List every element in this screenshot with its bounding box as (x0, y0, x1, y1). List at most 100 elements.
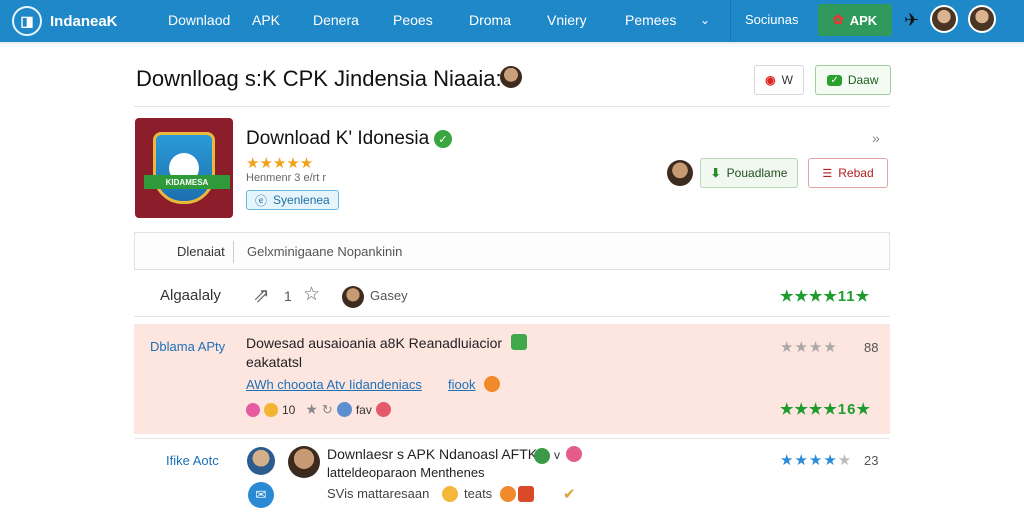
nav-search-link[interactable]: Sociunas (745, 12, 798, 27)
category-tag[interactable]: ⓔ Syenlenea (246, 190, 339, 210)
review-green-score: 16 (837, 401, 857, 418)
review-rating-score: 88 (864, 340, 879, 355)
reaction-label: fav (355, 402, 372, 417)
save-button[interactable]: ✓ Daaw (815, 65, 891, 95)
reviewer-avatar-secondary[interactable] (288, 446, 320, 478)
globe-icon[interactable] (336, 402, 352, 417)
download-button[interactable]: ⬇ Pouadlame (700, 158, 798, 188)
shield-icon: KIDAMESA (144, 132, 230, 204)
expand-icon[interactable]: » (872, 130, 880, 146)
review-rating-gray: ★★★★ (780, 338, 838, 356)
save-button-label: Daaw (847, 73, 879, 87)
download-icon: ⬇ (710, 166, 721, 180)
review2-rating: ★★★★★ (780, 451, 852, 469)
laugh-emoji-icon[interactable] (264, 402, 278, 417)
info-icon: ⓔ (255, 193, 268, 208)
bird-icon[interactable]: ✈ (904, 10, 919, 31)
review-green-star-end: ★ (856, 401, 871, 418)
refresh-icon[interactable]: ↻ (322, 402, 333, 418)
reload-button-label: Rebad (838, 166, 874, 180)
app-name: Download K' Idonesia (246, 128, 430, 149)
review-text-line3: SVis mattaresaan (327, 486, 430, 501)
divider (134, 106, 890, 107)
chevron-down-icon[interactable]: ⌄ (700, 13, 710, 27)
nav-item-download[interactable]: Downlaod (168, 12, 230, 28)
report-button-label: W (781, 73, 793, 87)
box-emoji-icon (518, 486, 534, 502)
meta-row: Dlenaiat Gelxminigaane Nopankinin (134, 232, 890, 270)
hearts-icon (566, 446, 582, 462)
app-rating-stars: ★★★★★ (246, 155, 314, 172)
app-icon: KIDAMESA (135, 118, 233, 218)
review-text-tail: teats (464, 486, 493, 501)
logo-text: IndaneaK (50, 12, 118, 30)
review-rating-green: ★★★★16★ (780, 400, 871, 418)
top-navbar: ◨ IndaneaK Downlaod APK Denera Peoes Dro… (0, 0, 1024, 42)
icon-banner: KIDAMESA (144, 175, 230, 189)
review-link-secondary[interactable]: fiook (448, 377, 475, 392)
record-icon: ◉ (765, 73, 776, 87)
user-avatar[interactable] (342, 286, 364, 308)
record-icon[interactable] (375, 402, 391, 417)
review-text-line2: eakatatsl (246, 354, 303, 370)
overall-rating-star-end: ★ (855, 288, 871, 305)
gift-icon (511, 334, 527, 350)
avatar-secondary[interactable] (968, 5, 996, 33)
review-text-line2: latteldeoparaon Menthenes (327, 465, 485, 480)
leaf-icon (534, 448, 550, 464)
review2-rating-score: 23 (864, 453, 879, 468)
actions-label: Algaalaly (160, 287, 221, 304)
nav-item-droma[interactable]: Droma (469, 12, 511, 28)
divider (134, 316, 890, 317)
review-link[interactable]: AWh chooota Atv Iidandeniacs (246, 377, 422, 392)
overall-rating-stars: ★★★★ (780, 288, 838, 305)
overall-rating-score: 11 (837, 288, 856, 305)
verified-check-icon: ✓ (434, 130, 452, 148)
reviewer-avatar[interactable] (247, 447, 275, 475)
page-title: Downlloag s:K CPK Jindensia Niaaia: (136, 66, 502, 91)
review-tag[interactable]: Ifike Aotc (166, 453, 219, 468)
avatar[interactable] (930, 5, 958, 33)
nav-item-vniery[interactable]: Vniery (547, 12, 587, 28)
check-icon: ✓ (827, 74, 842, 86)
user-name[interactable]: Gasey (370, 288, 408, 303)
nav-item-apk[interactable]: APK (252, 12, 280, 28)
nav-item-pemees[interactable]: Pemees (625, 12, 676, 28)
flower-icon: ✿ (832, 12, 844, 27)
nav-divider (730, 0, 731, 42)
category-tag-label: Syenlenea (273, 193, 330, 207)
meta-label: Dlenaiat (177, 244, 225, 259)
star-icon[interactable]: ★ (305, 401, 318, 418)
smile-emoji-icon (484, 376, 500, 392)
reaction-count: 10 (282, 402, 296, 417)
review-reactions: 10 ★ ↻ fav (246, 401, 391, 418)
review-text-line1: Downlaesr s APK Ndanoasl AFTK (327, 446, 538, 462)
share-icon[interactable]: ⇗ (253, 283, 270, 308)
apk-button[interactable]: ✿ APK (818, 4, 892, 36)
review-tag[interactable]: Dblama APty (150, 339, 225, 354)
smile-emoji-icon (442, 486, 458, 502)
check-mark-icon: ✔ (563, 486, 576, 503)
meta-divider (233, 241, 234, 263)
overall-rating: ★★★★11★ (780, 287, 870, 305)
review2-rating-off: ★ (837, 452, 853, 469)
heart-icon[interactable] (246, 402, 260, 417)
nav-item-peoes[interactable]: Peoes (393, 12, 433, 28)
download-button-label: Pouadlame (726, 166, 788, 180)
review-text-line1: Dowesad ausaioania a8K Reanadluiacior (246, 335, 503, 351)
review-rating-stars: ★★★★ (780, 339, 838, 356)
uploader-avatar[interactable] (667, 160, 693, 186)
share-count: 1 (284, 288, 292, 304)
meta-value: Gelxminigaane Nopankinin (247, 244, 403, 259)
review2-rating-stars: ★★★★ (780, 452, 838, 469)
author-avatar (500, 66, 522, 88)
list-icon: ☰ (822, 167, 833, 180)
logo[interactable]: ◨ IndaneaK (12, 6, 162, 36)
nav-item-denera[interactable]: Denera (313, 12, 359, 28)
review-green-stars: ★★★★ (780, 401, 838, 418)
report-button[interactable]: ◉ W (754, 65, 804, 95)
reload-button[interactable]: ☰ Rebad (808, 158, 888, 188)
star-icon[interactable]: ☆ (303, 283, 320, 306)
grin-emoji-icon (500, 486, 516, 502)
chat-badge-icon[interactable]: ✉ (248, 482, 274, 508)
